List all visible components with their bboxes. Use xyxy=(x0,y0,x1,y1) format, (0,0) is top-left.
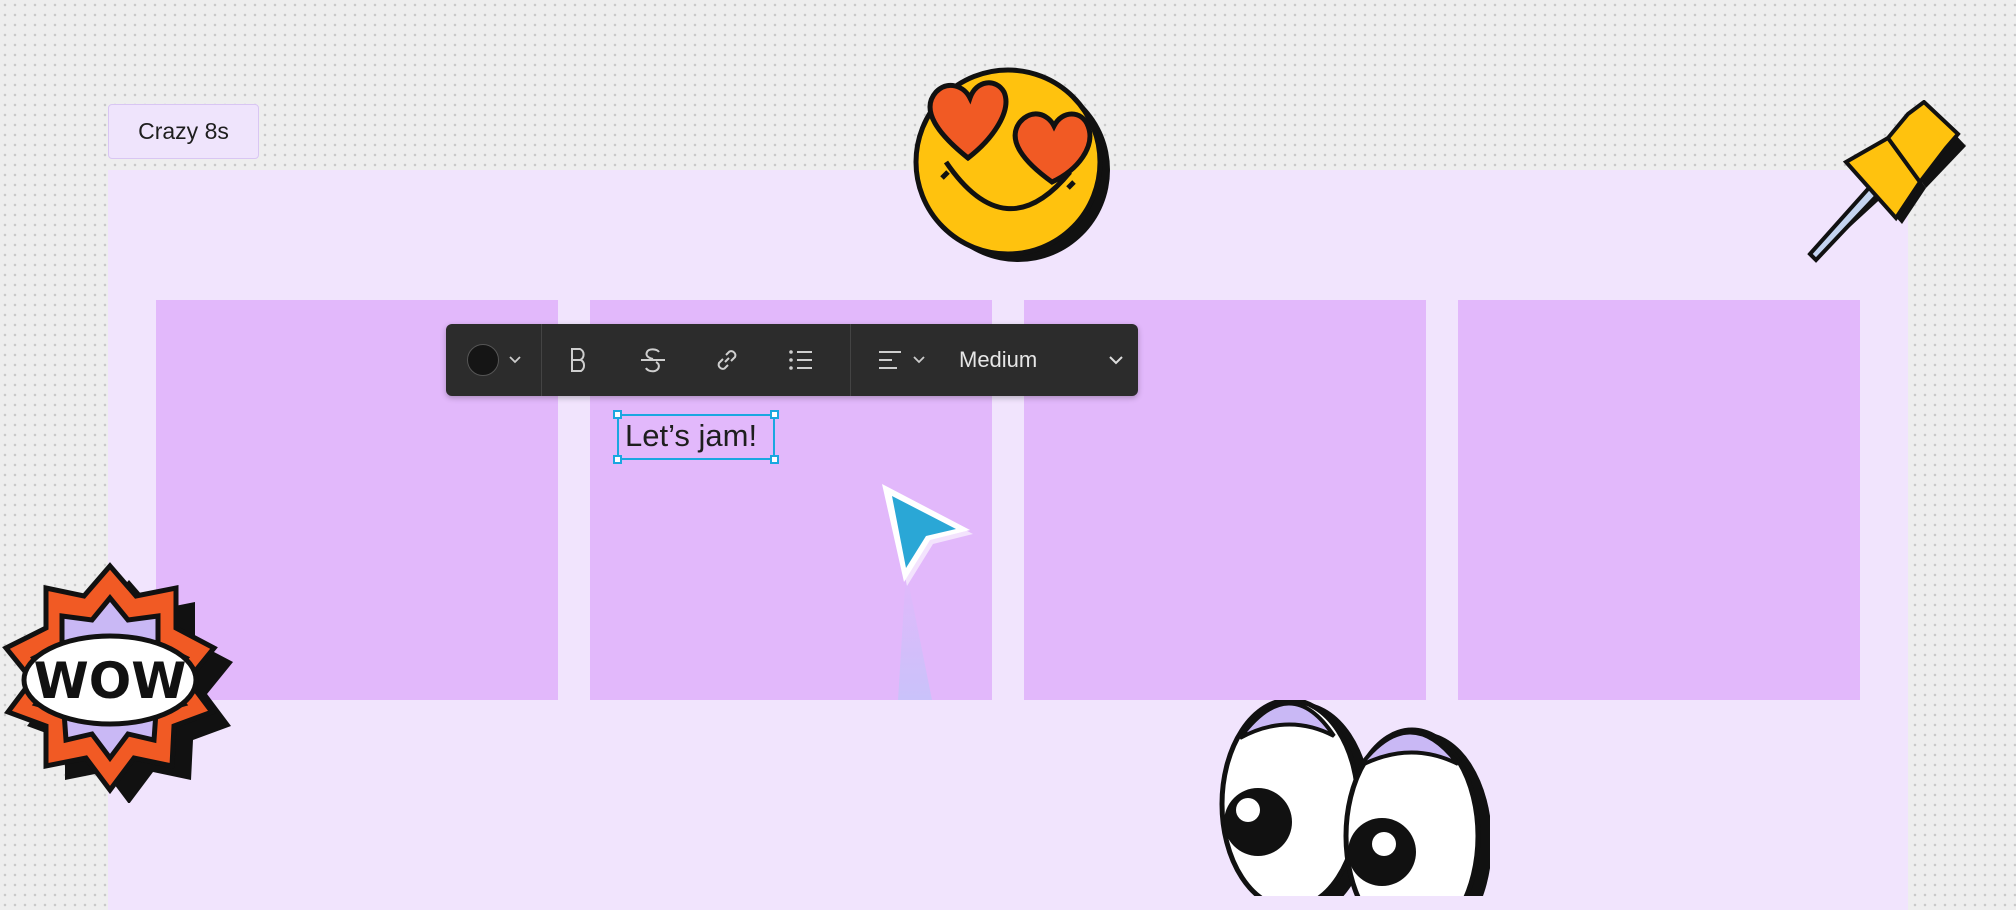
text-box-selected[interactable]: Let’s jam! xyxy=(613,410,779,464)
font-size-value: Medium xyxy=(959,347,1038,372)
chevron-down-icon xyxy=(508,356,521,364)
strikethrough-button[interactable] xyxy=(616,324,690,396)
strikethrough-icon xyxy=(641,348,665,373)
googly-eyes-sticker[interactable] xyxy=(1200,700,1490,896)
chevron-down-icon xyxy=(913,356,925,364)
resize-handle-bottom-left[interactable] xyxy=(613,455,622,464)
section-title-label[interactable]: Crazy 8s xyxy=(108,104,259,159)
sticky-note-4[interactable] xyxy=(1458,300,1860,700)
text-format-toolbar: Medium xyxy=(446,324,1138,396)
text-align-button[interactable] xyxy=(851,324,951,396)
link-icon xyxy=(717,350,737,370)
text-color-button[interactable] xyxy=(446,324,541,396)
text-color-swatch xyxy=(466,344,499,376)
wow-sticker[interactable]: WOW xyxy=(0,558,240,803)
font-size-dropdown[interactable]: Medium xyxy=(951,324,1123,396)
resize-handle-bottom-right[interactable] xyxy=(770,455,779,464)
resize-handle-top-left[interactable] xyxy=(613,410,622,419)
link-button[interactable] xyxy=(690,324,764,396)
bold-button[interactable] xyxy=(542,324,616,396)
resize-handle-top-right[interactable] xyxy=(770,410,779,419)
pushpin-sticker[interactable] xyxy=(1800,100,1980,270)
wow-text: WOW xyxy=(34,652,187,710)
bulleted-list-icon xyxy=(789,350,812,370)
bulleted-list-button[interactable] xyxy=(764,324,838,396)
align-left-icon xyxy=(879,351,901,369)
cursor-icon xyxy=(882,484,973,700)
bold-icon xyxy=(571,348,585,372)
chevron-down-icon xyxy=(1109,355,1123,364)
heart-eyes-emoji-sticker[interactable] xyxy=(908,60,1118,270)
text-box-content: Let’s jam! xyxy=(625,418,758,453)
